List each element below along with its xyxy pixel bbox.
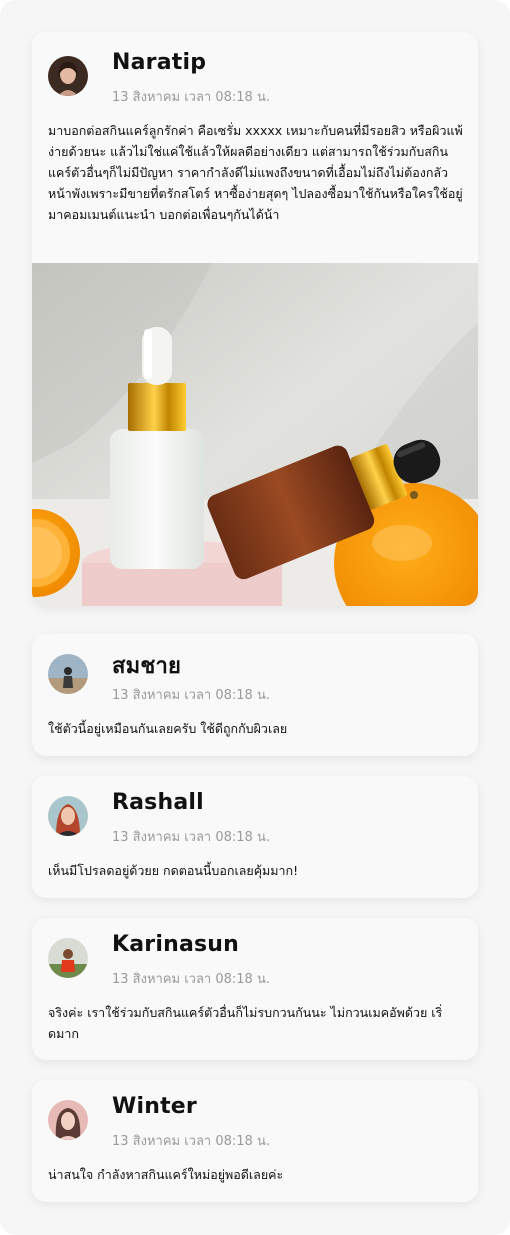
avatar[interactable]	[48, 56, 88, 96]
avatar[interactable]	[48, 1100, 88, 1140]
author-name[interactable]: Winter	[112, 1094, 197, 1119]
comment-text: เห็นมีโปรลดอยู่ด้วยย กดตอนนี้บอกเลยคุ้มม…	[48, 863, 299, 878]
serum-product-image	[32, 263, 478, 606]
user-photo-icon	[48, 796, 88, 836]
comment-feed: Naratip 13 สิงหาคม เวลา 08:18 น. มาบอกต่…	[0, 0, 510, 1235]
user-photo-icon	[48, 1100, 88, 1140]
post-image[interactable]	[32, 263, 478, 606]
comment-card: Rashall 13 สิงหาคม เวลา 08:18 น. เห็นมีโ…	[32, 776, 478, 898]
comment-timestamp: 13 สิงหาคม เวลา 08:18 น.	[112, 688, 270, 703]
comment-text: จริงค่ะ เราใช้ร่วมกับสกินแคร์ตัวอื่นก็ไม…	[48, 1005, 443, 1041]
comment-timestamp: 13 สิงหาคม เวลา 08:18 น.	[112, 972, 270, 987]
comment-text: ใช้ตัวนี้อยู่เหมือนกันเลยครับ ใช้ดีถูกกั…	[48, 721, 288, 736]
user-photo-icon	[48, 56, 88, 96]
post-text: มาบอกต่อสกินแคร์ลูกรักค่า คือเซรั่ม xxxx…	[48, 123, 463, 222]
comment-card: Winter 13 สิงหาคม เวลา 08:18 น. น่าสนใจ …	[32, 1080, 478, 1202]
comment-card: สมชาย 13 สิงหาคม เวลา 08:18 น. ใช้ตัวนี้…	[32, 634, 478, 756]
avatar[interactable]	[48, 938, 88, 978]
comment-timestamp: 13 สิงหาคม เวลา 08:18 น.	[112, 830, 270, 845]
user-photo-icon	[48, 654, 88, 694]
avatar[interactable]	[48, 654, 88, 694]
author-name[interactable]: Rashall	[112, 790, 204, 815]
author-name[interactable]: Karinasun	[112, 932, 239, 957]
user-photo-icon	[48, 938, 88, 978]
post-card: Naratip 13 สิงหาคม เวลา 08:18 น. มาบอกต่…	[32, 32, 478, 606]
author-name[interactable]: Naratip	[112, 50, 206, 75]
comment-timestamp: 13 สิงหาคม เวลา 08:18 น.	[112, 1134, 270, 1149]
post-timestamp: 13 สิงหาคม เวลา 08:18 น.	[112, 90, 270, 105]
author-name[interactable]: สมชาย	[112, 648, 181, 683]
comment-card: Karinasun 13 สิงหาคม เวลา 08:18 น. จริงค…	[32, 918, 478, 1060]
avatar[interactable]	[48, 796, 88, 836]
comment-text: น่าสนใจ กำลังหาสกินแคร์ใหม่อยู่พอดีเลยค่…	[48, 1167, 284, 1182]
